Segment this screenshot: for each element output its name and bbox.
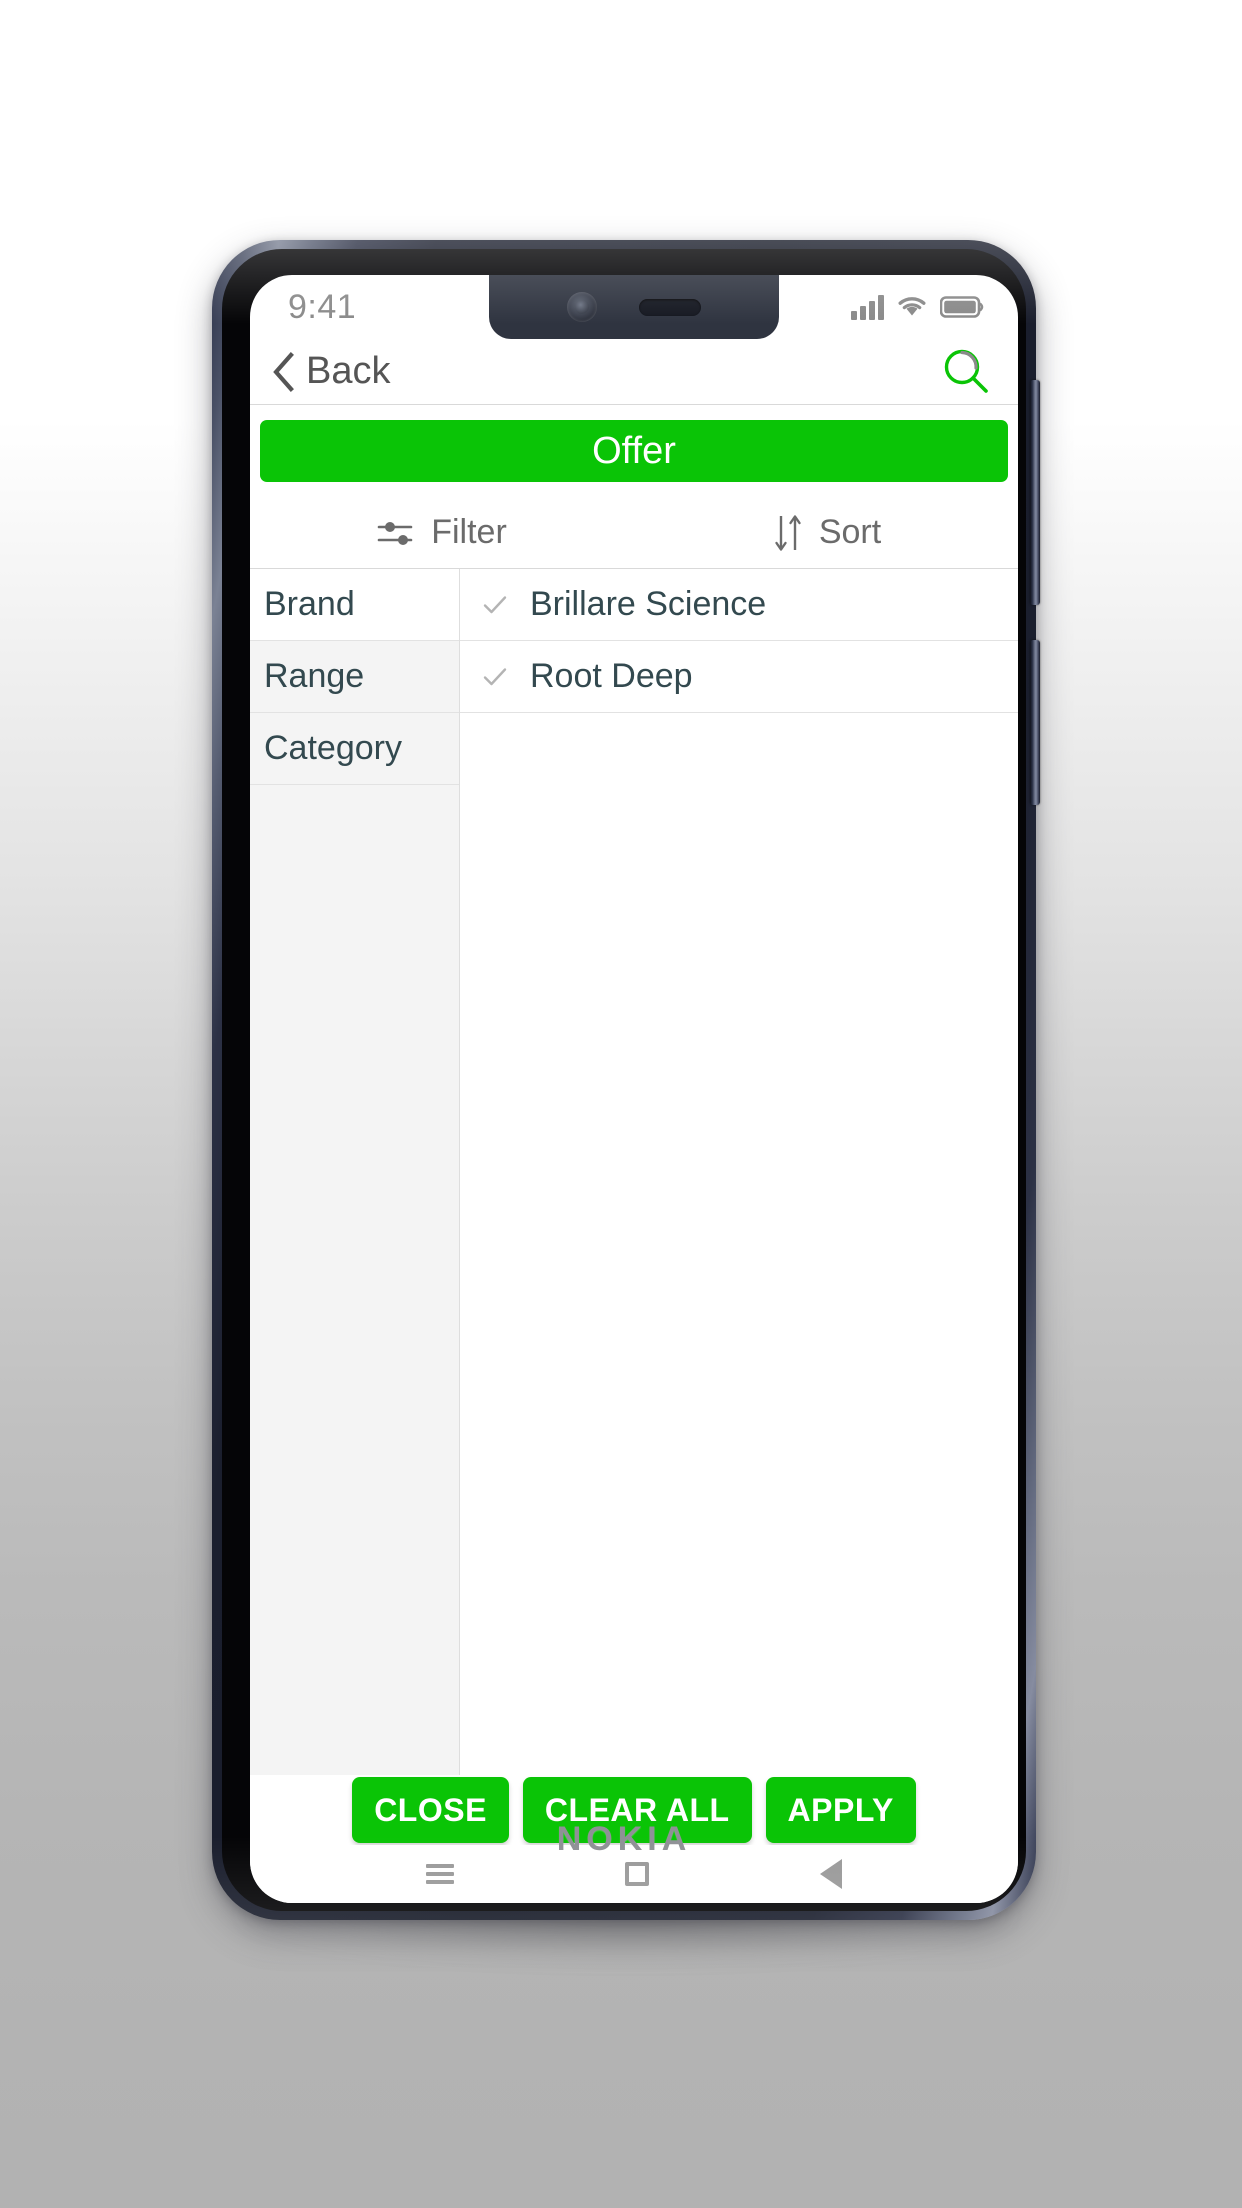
clear-all-button-label: CLEAR ALL	[544, 1791, 730, 1828]
filter-category-column: Brand Range Category	[250, 569, 460, 1775]
close-button[interactable]: CLOSE	[352, 1777, 509, 1843]
android-navbar	[250, 1845, 1018, 1903]
category-item-label: Category	[264, 729, 402, 767]
display-notch	[489, 275, 779, 339]
option-item-label: Root Deep	[530, 657, 693, 695]
phone-device: 9:41 Back Offer Filter Sort Brand Range …	[212, 240, 1040, 1920]
phone-bezel: 9:41 Back Offer Filter Sort Brand Range …	[222, 249, 1026, 1911]
back-button[interactable]: Back	[270, 350, 390, 393]
sort-tab-label: Sort	[818, 513, 882, 551]
apply-button-label: APPLY	[787, 1791, 894, 1828]
signal-icon	[851, 294, 884, 320]
filter-tab-label: Filter	[431, 513, 507, 551]
back-button-label: Back	[306, 350, 391, 392]
option-item-root-deep[interactable]: Root Deep	[460, 641, 1018, 713]
filter-sliders-icon	[377, 521, 413, 545]
back-triangle-icon	[820, 1859, 843, 1889]
app-header: Back	[250, 339, 1018, 405]
nav-home-button[interactable]	[624, 1862, 649, 1886]
filter-body: Brand Range Category Brillare Science Ro…	[250, 569, 1018, 1775]
offer-button-label: Offer	[592, 429, 676, 472]
status-icons	[851, 294, 984, 320]
nav-back-button[interactable]	[820, 1859, 843, 1889]
close-button-label: CLOSE	[374, 1791, 487, 1828]
clear-all-button[interactable]: CLEAR ALL	[522, 1777, 752, 1843]
wifi-icon	[898, 297, 926, 316]
search-icon	[944, 349, 988, 393]
check-icon	[483, 667, 507, 685]
filter-tab[interactable]: Filter	[250, 497, 634, 568]
footer-actions: CLOSE CLEAR ALL APPLY	[250, 1775, 1018, 1845]
option-item-label: Brillare Science	[530, 585, 767, 623]
category-item-label: Range	[264, 657, 365, 695]
check-icon	[483, 595, 507, 613]
chevron-left-icon	[273, 351, 294, 392]
phone-screen: 9:41 Back Offer Filter Sort Brand Range …	[250, 275, 1018, 1903]
category-item-range[interactable]: Range	[250, 641, 459, 713]
category-item-category[interactable]: Category	[250, 713, 459, 785]
category-item-brand[interactable]: Brand	[250, 569, 459, 641]
sort-arrows-icon	[775, 514, 801, 551]
filter-options-column: Brillare Science Root Deep	[460, 569, 1018, 1775]
sort-tab[interactable]: Sort	[634, 497, 1018, 568]
offer-button[interactable]: Offer	[260, 420, 1008, 482]
category-item-label: Brand	[264, 585, 355, 623]
menu-icon	[425, 1860, 454, 1888]
apply-button[interactable]: APPLY	[765, 1777, 916, 1843]
filter-sort-bar: Filter Sort	[250, 497, 1018, 569]
search-button[interactable]	[940, 346, 992, 398]
power-button[interactable]	[1030, 640, 1040, 805]
nav-menu-button[interactable]	[425, 1860, 454, 1888]
home-square-icon	[624, 1862, 649, 1886]
option-item-brillare-science[interactable]: Brillare Science	[460, 569, 1018, 641]
battery-icon	[940, 296, 984, 318]
status-time: 9:41	[288, 287, 357, 326]
front-camera-icon	[567, 292, 597, 322]
earpiece-speaker-icon	[639, 298, 701, 316]
volume-button[interactable]	[1030, 380, 1040, 605]
